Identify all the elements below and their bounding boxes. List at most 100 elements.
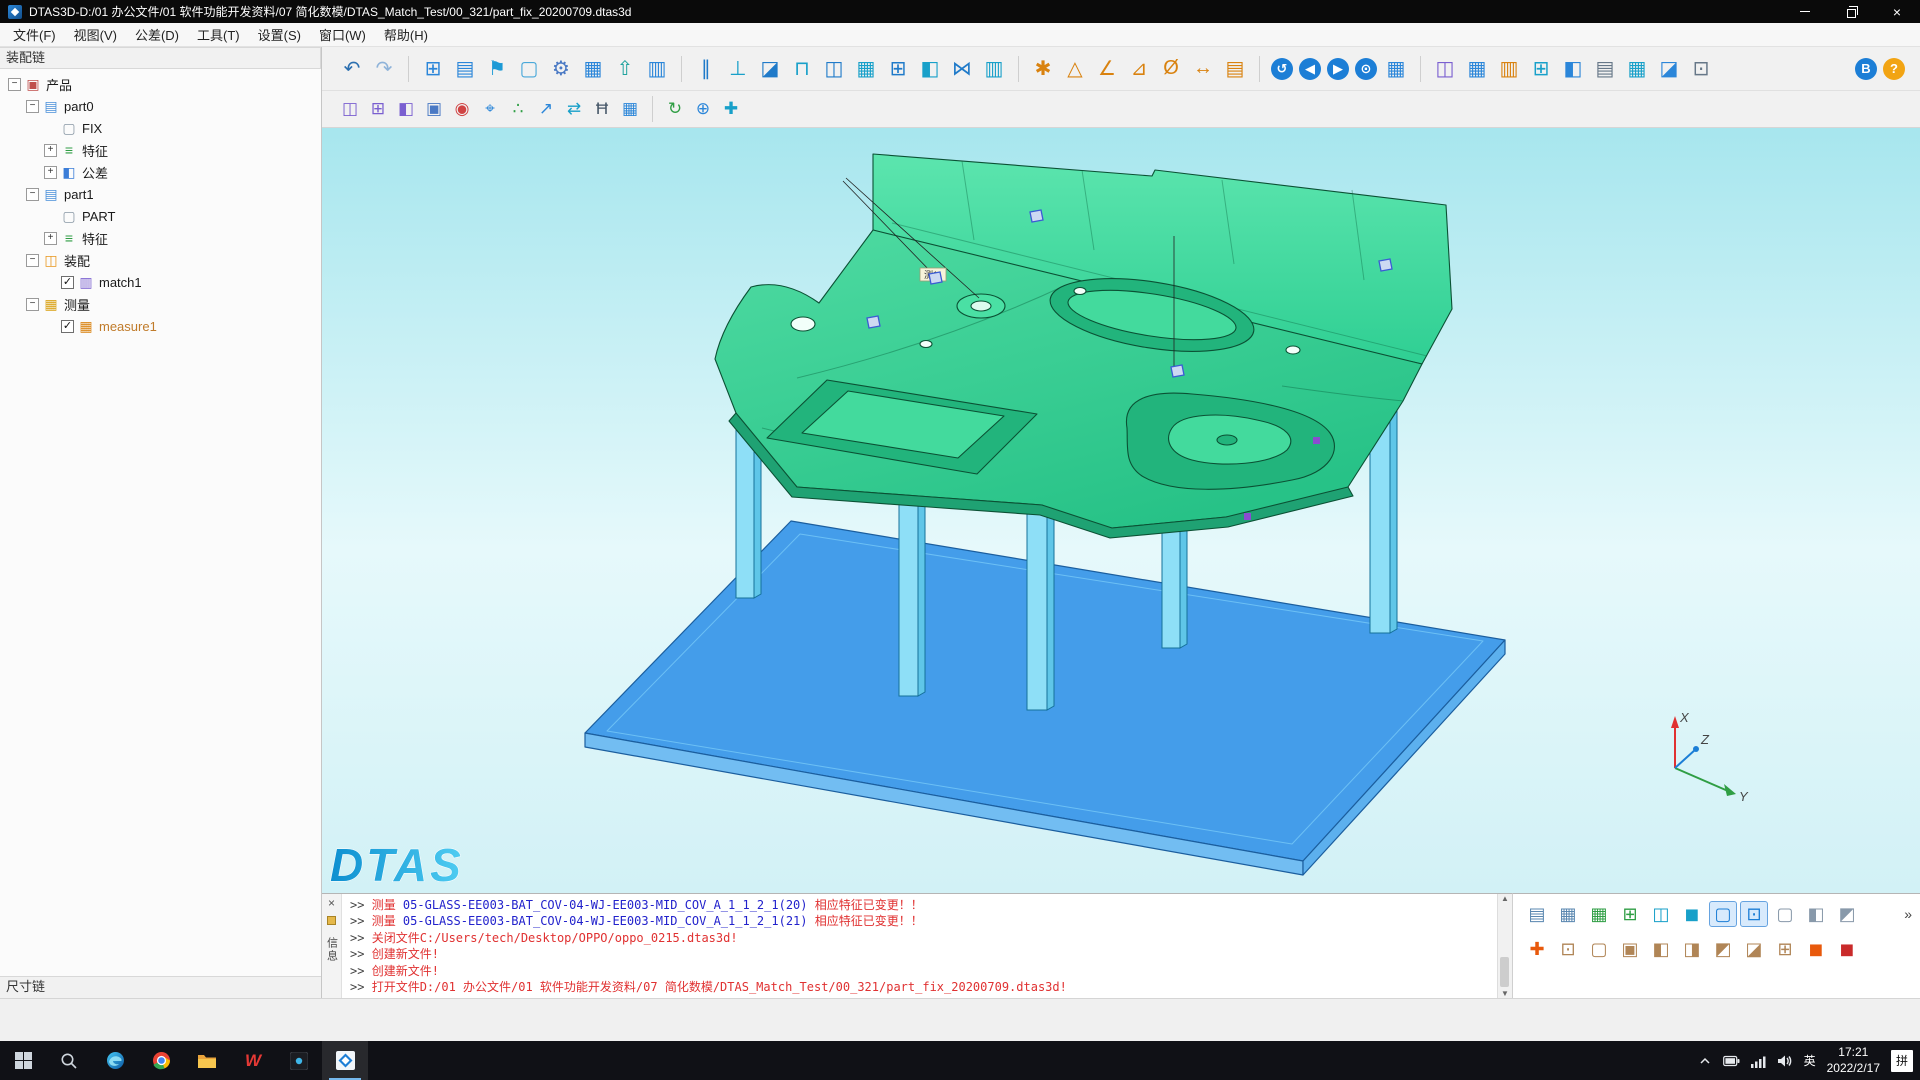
tree-item-part1[interactable]: −▤part1 xyxy=(0,183,321,205)
undo-icon[interactable]: ↶ xyxy=(337,54,367,84)
locator-pin-icon[interactable]: ◉ xyxy=(449,96,475,122)
left-view-icon[interactable]: ◧ xyxy=(1647,936,1675,962)
dimension-chain-tab[interactable]: 尺寸链 xyxy=(0,976,321,998)
tree-expander-icon[interactable]: − xyxy=(26,298,39,311)
more-options-icon[interactable]: » xyxy=(1904,906,1912,922)
menu-item-视图[interactable]: 视图(V) xyxy=(65,23,126,46)
run-analysis-icon[interactable]: ⊙ xyxy=(1355,58,1377,80)
battery-icon[interactable] xyxy=(1723,1055,1740,1067)
grid-outline-icon[interactable]: ⊞ xyxy=(1616,901,1644,927)
table-icon[interactable]: ⊞ xyxy=(883,54,913,84)
wireframe-cube-icon[interactable]: ▢ xyxy=(1709,901,1737,927)
cube-red-icon[interactable]: ◼ xyxy=(1833,936,1861,962)
perspective-cube-icon[interactable]: ◩ xyxy=(1833,901,1861,927)
tree-expander-icon[interactable]: + xyxy=(44,232,57,245)
bottom-view-icon[interactable]: ◪ xyxy=(1740,936,1768,962)
redo-icon[interactable]: ↷ xyxy=(369,54,399,84)
histogram-icon[interactable]: ▥ xyxy=(1494,54,1524,84)
tree-item-公差[interactable]: +◧公差 xyxy=(0,161,321,183)
front-view-icon[interactable]: ▢ xyxy=(1585,936,1613,962)
diameter-icon[interactable]: Ø xyxy=(1156,54,1186,84)
right-view-icon[interactable]: ◨ xyxy=(1678,936,1706,962)
h-point-icon[interactable]: Ħ xyxy=(589,96,615,122)
distance-icon[interactable]: ↔ xyxy=(1188,54,1218,84)
target-point-icon[interactable]: ⌖ xyxy=(477,96,503,122)
iso-view-icon[interactable]: ⊡ xyxy=(1554,936,1582,962)
console-close-icon[interactable]: × xyxy=(328,897,335,909)
tree-item-产品[interactable]: −▣产品 xyxy=(0,73,321,95)
transparent-cube-icon[interactable]: ◧ xyxy=(1802,901,1830,927)
pan-view-icon[interactable]: ✚ xyxy=(1523,936,1551,962)
split-view-icon[interactable]: ◧ xyxy=(1558,54,1588,84)
mesh-icon[interactable]: ▥ xyxy=(979,54,1009,84)
import-model-icon[interactable]: ⊞ xyxy=(418,54,448,84)
scroll-down-icon[interactable]: ▼ xyxy=(1501,989,1509,998)
tree-item-PART[interactable]: −▢PART xyxy=(0,205,321,227)
search-button[interactable] xyxy=(46,1041,92,1080)
ime-indicator[interactable]: 拼 xyxy=(1891,1050,1913,1072)
grid-solid-icon[interactable]: ▦ xyxy=(1585,901,1613,927)
minimize-button[interactable] xyxy=(1782,0,1828,23)
worksheet-icon[interactable]: ▦ xyxy=(1622,54,1652,84)
viewport-canvas[interactable]: 测1 X Y Z DTAS xyxy=(322,128,1920,893)
tree-checkbox[interactable]: ✓ xyxy=(61,276,74,289)
grid-align-icon[interactable]: ▦ xyxy=(851,54,881,84)
perpendicular-constraint-icon[interactable]: ⊥ xyxy=(723,54,753,84)
step-back-icon[interactable]: ◀ xyxy=(1299,58,1321,80)
menu-item-工具[interactable]: 工具(T) xyxy=(188,23,249,46)
swap-icon[interactable]: ⇄ xyxy=(561,96,587,122)
data-table-icon[interactable]: ⊞ xyxy=(1526,54,1556,84)
save-model-icon[interactable]: ▤ xyxy=(450,54,480,84)
tree-item-装配[interactable]: −◫装配 xyxy=(0,249,321,271)
add-feature-icon[interactable]: ✚ xyxy=(718,96,744,122)
console-info-tab[interactable]: 信息 xyxy=(324,937,340,963)
volume-icon[interactable] xyxy=(1777,1054,1793,1068)
tree-expander-icon[interactable]: − xyxy=(26,100,39,113)
window-pair-icon[interactable]: ◫ xyxy=(819,54,849,84)
match-window-icon[interactable]: ⊞ xyxy=(365,96,391,122)
menu-item-文件[interactable]: 文件(F) xyxy=(4,23,65,46)
snapshot-icon[interactable]: ⊡ xyxy=(1686,54,1716,84)
feedback-icon[interactable]: B xyxy=(1855,58,1877,80)
menu-item-设置[interactable]: 设置(S) xyxy=(249,23,310,46)
export-icon[interactable]: ⇧ xyxy=(610,54,640,84)
restore-button[interactable] xyxy=(1828,0,1874,23)
grid-mixed-icon[interactable]: ◫ xyxy=(1647,901,1675,927)
viewport-3d[interactable]: 测1 X Y Z DTAS xyxy=(322,128,1920,893)
taskbar-dtas-app[interactable] xyxy=(322,1041,368,1080)
menu-item-帮助[interactable]: 帮助(H) xyxy=(375,23,437,46)
angle-measure-icon[interactable]: ∠ xyxy=(1092,54,1122,84)
scroll-thumb[interactable] xyxy=(1500,957,1509,987)
datum-icon[interactable]: △ xyxy=(1060,54,1090,84)
monitor-icon[interactable]: ▦ xyxy=(578,54,608,84)
profile-icon[interactable]: ◪ xyxy=(755,54,785,84)
tree-item-match1[interactable]: −✓▥match1 xyxy=(0,271,321,293)
window-layout-icon[interactable]: ◫ xyxy=(1430,54,1460,84)
help-icon[interactable]: ? xyxy=(1883,58,1905,80)
taskbar-chrome-app[interactable] xyxy=(138,1041,184,1080)
match-pair-icon[interactable]: ⋈ xyxy=(947,54,977,84)
tree-expander-icon[interactable]: − xyxy=(26,254,39,267)
tree-item-FIX[interactable]: −▢FIX xyxy=(0,117,321,139)
vector-icon[interactable]: ↗ xyxy=(533,96,559,122)
flag-icon[interactable]: ⚑ xyxy=(482,54,512,84)
point-set-icon[interactable]: ∴ xyxy=(505,96,531,122)
results-grid-icon[interactable]: ▦ xyxy=(1462,54,1492,84)
tree-expander-icon[interactable]: + xyxy=(44,144,57,157)
cube-orange-icon[interactable]: ◼ xyxy=(1802,936,1830,962)
assembly-tree[interactable]: −▣产品−▤part0−▢FIX+≡特征+◧公差−▤part1−▢PART+≡特… xyxy=(0,73,321,974)
tree-item-part0[interactable]: −▤part0 xyxy=(0,95,321,117)
report-doc-icon[interactable]: ▤ xyxy=(1590,54,1620,84)
taskbar-explorer-app[interactable] xyxy=(184,1041,230,1080)
close-button[interactable]: × xyxy=(1874,0,1920,23)
tree-checkbox[interactable]: ✓ xyxy=(61,320,74,333)
start-button[interactable] xyxy=(0,1041,46,1080)
display-monitor-icon[interactable]: ▦ xyxy=(617,96,643,122)
scroll-up-icon[interactable]: ▲ xyxy=(1501,894,1509,903)
console-pin-icon[interactable] xyxy=(327,916,336,925)
network-signal-icon[interactable] xyxy=(1751,1054,1766,1068)
edges-cube-icon[interactable]: ⊡ xyxy=(1740,901,1768,927)
tree-expander-icon[interactable]: − xyxy=(26,188,39,201)
triangle-measure-icon[interactable]: ⊿ xyxy=(1124,54,1154,84)
taskbar-edge-app[interactable] xyxy=(92,1041,138,1080)
